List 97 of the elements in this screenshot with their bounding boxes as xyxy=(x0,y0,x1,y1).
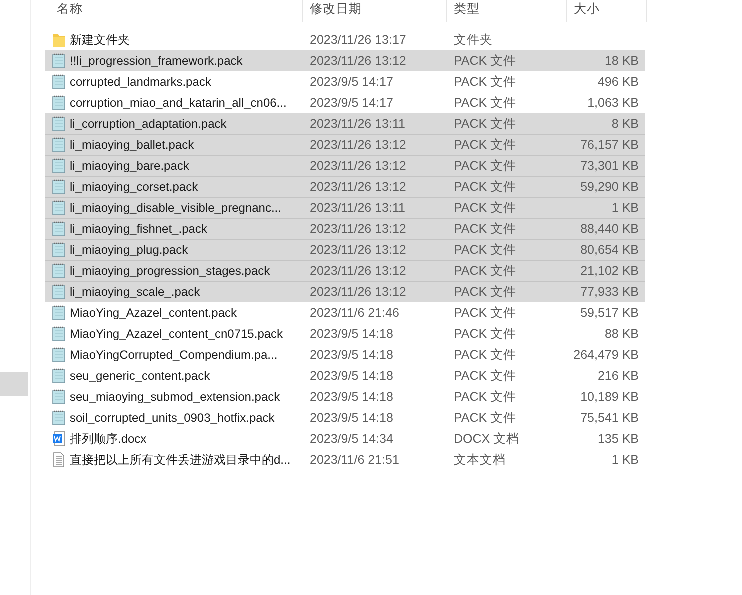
file-type: PACK 文件 xyxy=(453,304,518,322)
file-type: 文本文档 xyxy=(453,452,507,468)
file-size: 18 KB xyxy=(604,54,640,68)
file-row[interactable]: li_miaoying_progression_stages.pack 2023/11/26 13:12 PACK 文件 21,102 KB xyxy=(45,260,645,281)
file-type: PACK 文件 xyxy=(453,136,518,154)
modified-date: 2023/9/5 14:18 xyxy=(309,369,394,383)
file-size: 8 KB xyxy=(610,117,640,131)
file-size: 59,290 KB xyxy=(580,180,640,194)
file-name: MiaoYingCorrupted_Compendium.pa... xyxy=(70,348,278,362)
modified-date: 2023/9/5 14:18 xyxy=(309,390,394,404)
file-type: DOCX 文档 xyxy=(453,430,521,448)
file-size: 88 KB xyxy=(604,327,640,341)
column-header[interactable]: 名称 xyxy=(45,0,303,22)
modified-date: 2023/11/26 13:17 xyxy=(309,33,408,47)
modified-date: 2023/9/5 14:34 xyxy=(309,432,394,446)
file-size: 80,654 KB xyxy=(580,243,640,257)
file-row[interactable]: li_miaoying_fishnet_.pack 2023/11/26 13:12 PACK 文件 88,440 KB xyxy=(45,218,645,239)
modified-date: 2023/11/6 21:46 xyxy=(309,306,400,320)
file-row[interactable]: li_corruption_adaptation.pack 2023/11/26 13:11 PACK 文件 8 KB xyxy=(45,113,645,134)
modified-date: 2023/9/5 14:17 xyxy=(309,75,394,89)
modified-date: 2023/11/26 13:12 xyxy=(309,180,408,194)
file-size: 216 KB xyxy=(596,369,640,383)
file-name: li_miaoying_progression_stages.pack xyxy=(70,264,270,278)
file-type: 文件夹 xyxy=(453,32,494,48)
modified-date: 2023/11/26 13:12 xyxy=(309,138,408,152)
modified-date: 2023/11/26 13:11 xyxy=(309,117,406,131)
file-type: PACK 文件 xyxy=(453,346,518,364)
file-size: 135 KB xyxy=(596,432,640,446)
file-name: MiaoYing_Azazel_content_cn0715.pack xyxy=(70,327,284,341)
file-name: li_miaoying_plug.pack xyxy=(70,243,188,257)
file-row[interactable]: li_miaoying_plug.pack 2023/11/26 13:12 PACK 文件 80,654 KB xyxy=(45,239,645,260)
file-name: corruption_miao_and_katarin_all_cn06... xyxy=(70,96,287,110)
file-type: PACK 文件 xyxy=(453,410,518,426)
file-type: PACK 文件 xyxy=(453,178,518,196)
file-size: 21,102 KB xyxy=(580,264,640,278)
file-name: !!li_progression_framework.pack xyxy=(70,54,243,68)
file-name: MiaoYing_Azazel_content.pack xyxy=(70,306,237,320)
file-size: 88,440 KB xyxy=(580,222,640,236)
column-header[interactable]: 类型 xyxy=(447,0,567,22)
modified-date: 2023/11/26 13:11 xyxy=(309,201,406,215)
modified-date: 2023/11/6 21:51 xyxy=(309,453,400,467)
file-type: PACK 文件 xyxy=(453,52,518,70)
file-row[interactable]: li_miaoying_disable_visible_pregnanc... 2023/11/26 13:11 PACK 文件 1 KB xyxy=(45,197,645,218)
file-size: 73,301 KB xyxy=(580,159,640,173)
file-type: PACK 文件 xyxy=(453,262,518,280)
file-size: 1 KB xyxy=(610,453,640,467)
file-type: PACK 文件 xyxy=(453,200,518,216)
file-name: li_miaoying_disable_visible_pregnanc... xyxy=(70,201,282,215)
file-name: 直接把以上所有文件丢进游戏目录中的d... xyxy=(70,452,291,468)
file-type: PACK 文件 xyxy=(453,326,518,342)
modified-date: 2023/11/26 13:12 xyxy=(309,159,408,173)
file-size: 1 KB xyxy=(610,201,640,215)
modified-date: 2023/11/26 13:12 xyxy=(309,243,408,257)
file-row[interactable]: !!li_progression_framework.pack 2023/11/26 13:12 PACK 文件 18 KB xyxy=(45,50,645,71)
file-type: PACK 文件 xyxy=(453,368,518,384)
file-size: 1,063 KB xyxy=(586,96,640,110)
file-size: 77,933 KB xyxy=(580,285,640,299)
file-type: PACK 文件 xyxy=(453,242,518,258)
modified-date: 2023/9/5 14:18 xyxy=(309,327,394,341)
file-type: PACK 文件 xyxy=(453,284,518,300)
file-type: PACK 文件 xyxy=(453,116,518,132)
modified-date: 2023/11/26 13:12 xyxy=(309,285,408,299)
file-name: seu_miaoying_submod_extension.pack xyxy=(70,390,280,404)
file-name: 排列顺序.docx xyxy=(70,430,147,448)
file-size: 10,189 KB xyxy=(580,390,640,404)
file-type: PACK 文件 xyxy=(453,388,518,406)
modified-date: 2023/9/5 14:17 xyxy=(309,96,394,110)
file-size: 59,517 KB xyxy=(580,306,640,320)
file-size: 75,541 KB xyxy=(580,411,640,425)
file-size: 264,479 KB xyxy=(572,348,640,362)
file-name: li_miaoying_corset.pack xyxy=(70,180,198,194)
file-type: PACK 文件 xyxy=(453,220,518,238)
column-header[interactable]: 修改日期 xyxy=(303,0,447,22)
file-type: PACK 文件 xyxy=(453,94,518,112)
modified-date: 2023/11/26 13:12 xyxy=(309,54,408,68)
file-row[interactable]: li_miaoying_corset.pack 2023/11/26 13:12 PACK 文件 59,290 KB xyxy=(45,176,645,197)
file-row[interactable]: li_miaoying_bare.pack 2023/11/26 13:12 PACK 文件 73,301 KB xyxy=(45,155,645,176)
file-size: 496 KB xyxy=(596,75,640,89)
modified-date: 2023/11/26 13:12 xyxy=(309,264,408,278)
file-name: corrupted_landmarks.pack xyxy=(70,75,212,89)
modified-date: 2023/9/5 14:18 xyxy=(309,411,394,425)
modified-date: 2023/9/5 14:18 xyxy=(309,348,394,362)
file-name: li_miaoying_bare.pack xyxy=(70,159,190,173)
modified-date: 2023/11/26 13:12 xyxy=(309,222,408,236)
file-type: PACK 文件 xyxy=(453,158,518,174)
file-row[interactable]: li_miaoying_ballet.pack 2023/11/26 13:12 PACK 文件 76,157 KB xyxy=(45,134,645,155)
file-type: PACK 文件 xyxy=(453,74,518,90)
file-row[interactable]: li_miaoying_scale_.pack 2023/11/26 13:12 PACK 文件 77,933 KB xyxy=(45,281,645,302)
file-name: soil_corrupted_units_0903_hotfix.pack xyxy=(70,411,275,425)
file-size: 76,157 KB xyxy=(580,138,640,152)
file-name: seu_generic_content.pack xyxy=(70,369,210,383)
file-name: 新建文件夹 xyxy=(70,32,130,48)
file-name: li_miaoying_fishnet_.pack xyxy=(70,222,208,236)
column-header[interactable]: 大小 xyxy=(567,0,647,22)
file-name: li_miaoying_ballet.pack xyxy=(70,138,194,152)
file-name: li_corruption_adaptation.pack xyxy=(70,117,227,131)
file-name: li_miaoying_scale_.pack xyxy=(70,285,200,299)
